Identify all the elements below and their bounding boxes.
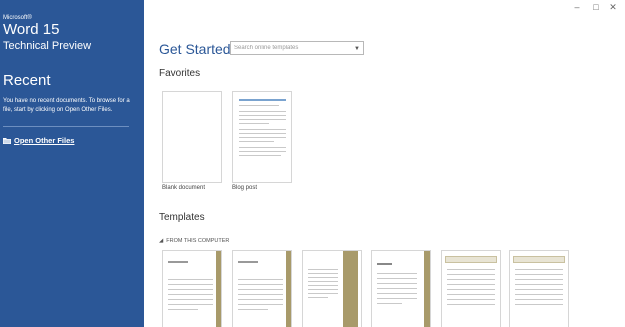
text-line [308, 297, 328, 298]
text-line [377, 303, 402, 304]
template-thumbnail[interactable] [509, 250, 569, 327]
search-templates-box[interactable]: ▼ [230, 41, 364, 55]
app-name: Word 15 [3, 21, 60, 38]
text-line [515, 299, 563, 300]
text-line [238, 284, 283, 285]
text-line [239, 119, 286, 120]
accent-bar [286, 251, 291, 327]
text-line [238, 309, 268, 310]
text-line [239, 115, 286, 116]
text-line [447, 269, 495, 270]
text-line [377, 298, 417, 299]
open-other-files-label: Open Other Files [14, 136, 75, 145]
text-line [377, 278, 417, 279]
text-line [168, 284, 213, 285]
sidebar: Microsoft® Word 15 Technical Preview Rec… [0, 0, 144, 327]
restore-button[interactable]: □ [591, 3, 601, 12]
text-line [168, 289, 213, 290]
text-line [168, 261, 188, 263]
text-line [447, 289, 495, 290]
text-line [515, 269, 563, 270]
accent-bar [343, 251, 358, 327]
favorites-heading: Favorites [159, 68, 201, 79]
blog-header-bar [239, 99, 286, 101]
open-other-files-link[interactable]: Open Other Files [3, 136, 74, 145]
template-thumbnail[interactable] [441, 250, 501, 327]
app-subtitle: Technical Preview [3, 40, 92, 52]
text-line [168, 309, 198, 310]
text-line [308, 277, 338, 278]
template-thumbnail[interactable] [162, 250, 222, 327]
blog-post-caption: Blog post [232, 185, 258, 191]
text-line [447, 304, 495, 305]
text-line [238, 299, 283, 300]
template-thumbnail[interactable] [302, 250, 362, 327]
close-button[interactable]: ✕ [608, 3, 618, 12]
text-line [377, 293, 417, 294]
text-line [447, 274, 495, 275]
text-line [515, 294, 563, 295]
templates-group-header[interactable]: ◢ FROM THIS COMPUTER [159, 238, 229, 244]
text-line [308, 293, 338, 294]
text-line [447, 284, 495, 285]
text-line [238, 289, 283, 290]
text-line [377, 273, 417, 274]
text-line [447, 294, 495, 295]
text-line [238, 261, 258, 263]
text-line [238, 304, 283, 305]
text-line [238, 279, 283, 280]
folder-icon [3, 137, 11, 144]
text-line [239, 141, 274, 142]
text-line [168, 299, 213, 300]
collapse-triangle-icon: ◢ [159, 238, 164, 244]
template-thumbnail[interactable] [232, 250, 292, 327]
sidebar-divider [3, 126, 129, 127]
text-line [515, 274, 563, 275]
text-line [377, 283, 417, 284]
text-line [239, 151, 286, 152]
text-line [308, 281, 338, 282]
text-line [515, 284, 563, 285]
search-templates-input[interactable] [234, 45, 352, 51]
text-line [239, 105, 279, 106]
text-line [239, 133, 286, 134]
text-line [168, 294, 213, 295]
text-line [238, 294, 283, 295]
text-line [308, 289, 338, 290]
text-line [239, 123, 269, 124]
blog-post-tile[interactable] [232, 91, 292, 183]
text-line [515, 279, 563, 280]
text-line [239, 155, 281, 156]
recent-empty-message: You have no recent documents. To browse … [3, 98, 130, 113]
minimize-button[interactable]: – [572, 3, 582, 12]
text-line [515, 304, 563, 305]
text-line [239, 111, 286, 112]
header-band [445, 256, 497, 263]
page-title: Get Started [159, 41, 231, 57]
blank-document-tile[interactable] [162, 91, 222, 183]
text-line [239, 129, 286, 130]
templates-group-label: FROM THIS COMPUTER [166, 238, 230, 244]
text-line [308, 269, 338, 270]
accent-bar [424, 251, 430, 327]
text-line [239, 147, 286, 148]
text-line [377, 263, 392, 265]
text-line [239, 137, 286, 138]
text-line [308, 273, 338, 274]
header-band [513, 256, 565, 263]
accent-bar [216, 251, 221, 327]
text-line [377, 288, 417, 289]
blank-document-caption: Blank document [162, 185, 206, 191]
templates-heading: Templates [159, 212, 205, 223]
text-line [308, 285, 338, 286]
text-line [447, 299, 495, 300]
text-line [168, 279, 213, 280]
text-line [447, 279, 495, 280]
template-thumbnail[interactable] [371, 250, 431, 327]
recent-heading: Recent [3, 72, 51, 89]
text-line [515, 289, 563, 290]
dropdown-arrow-icon[interactable]: ▼ [354, 43, 360, 55]
text-line [168, 304, 213, 305]
